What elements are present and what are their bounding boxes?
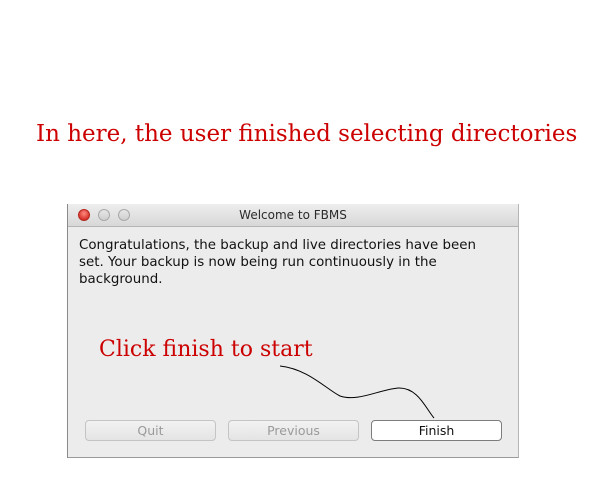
previous-button[interactable]: Previous xyxy=(228,420,359,441)
dialog-window: Welcome to FBMS Congratulations, the bac… xyxy=(68,204,519,458)
quit-button[interactable]: Quit xyxy=(85,420,216,441)
annotation-caption-top: In here, the user finished selecting dir… xyxy=(36,121,578,147)
finish-button[interactable]: Finish xyxy=(371,420,502,441)
